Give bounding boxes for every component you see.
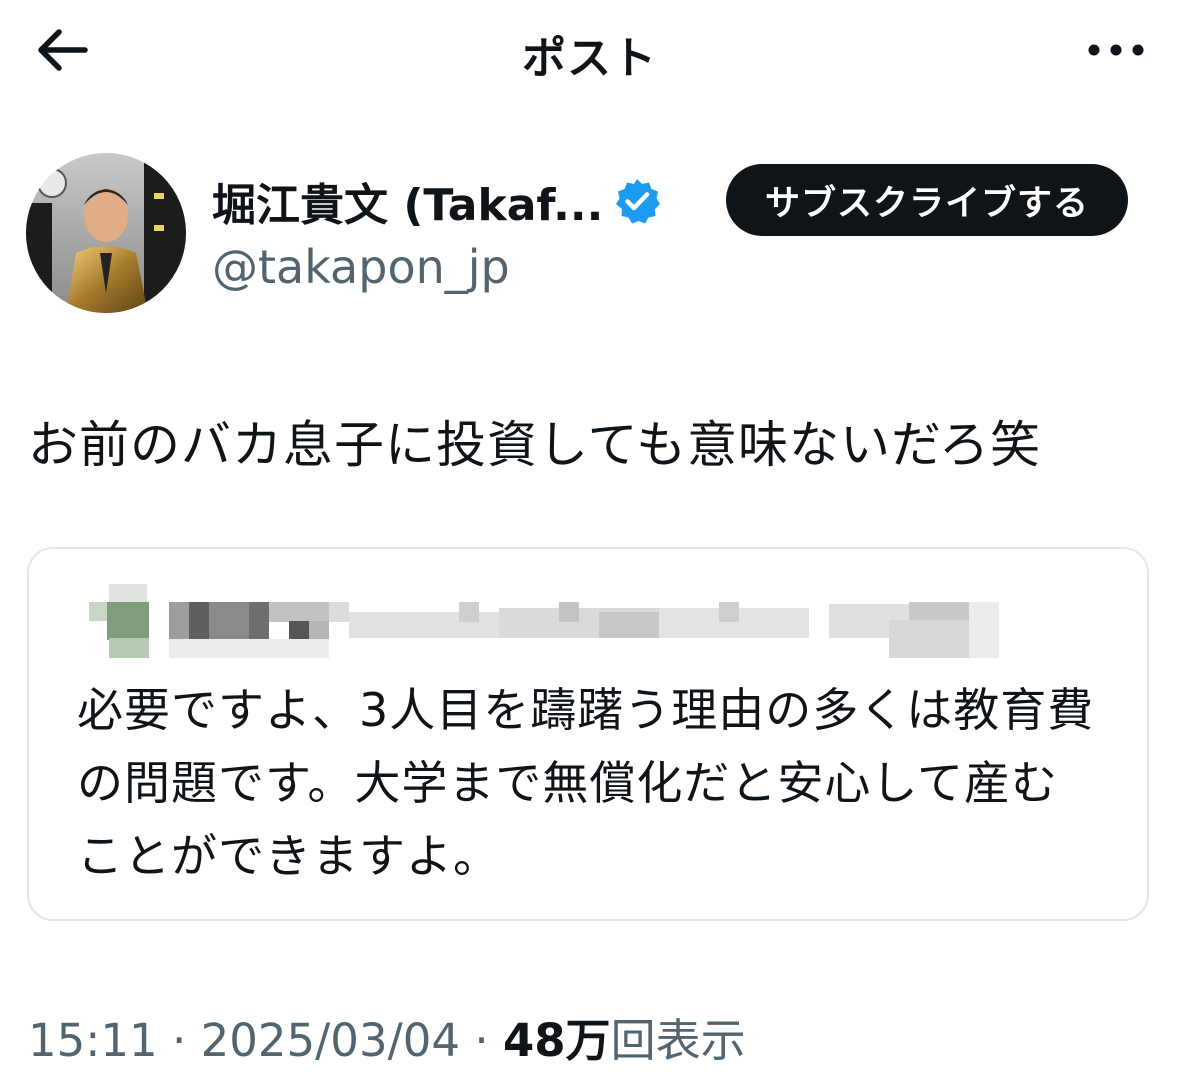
verified-badge-icon [616, 179, 661, 224]
post-time[interactable]: 15:11 [28, 1014, 158, 1067]
quoted-author-blurred [81, 584, 1001, 659]
meta-separator: · [474, 1014, 489, 1067]
quoted-post[interactable]: 必要ですよ、3人目を躊躇う理由の多くは教育費の問題です。大学まで無償化だと安心し… [27, 547, 1149, 921]
more-options-button[interactable] [1081, 18, 1151, 82]
post-text: お前のバカ息子に投資しても意味ないだろ笑 [28, 416, 1041, 474]
meta-separator: · [172, 1014, 187, 1067]
author-name-row[interactable]: 堀江貴文 (Takaf... [212, 168, 661, 234]
quoted-post-text: 必要ですよ、3人目を躊躇う理由の多くは教育費の問題です。大学まで無償化だと安心し… [77, 683, 1095, 883]
author-handle[interactable]: @takapon_jp [212, 240, 510, 294]
views-count[interactable]: 48万 [503, 1014, 611, 1067]
more-horizontal-icon [1088, 44, 1144, 56]
top-bar: ポスト [0, 0, 1179, 100]
avatar[interactable] [26, 153, 186, 313]
avatar-image [26, 153, 186, 313]
subscribe-button[interactable]: サブスクライブする [726, 164, 1128, 236]
post-date[interactable]: 2025/03/04 [201, 1014, 460, 1067]
page-title: ポスト [522, 33, 657, 84]
post-meta: 15:11 · 2025/03/04 · 48万回表示 [28, 1004, 746, 1069]
views-label: 回表示 [610, 1014, 746, 1067]
author-name: 堀江貴文 (Takaf... [212, 180, 604, 231]
